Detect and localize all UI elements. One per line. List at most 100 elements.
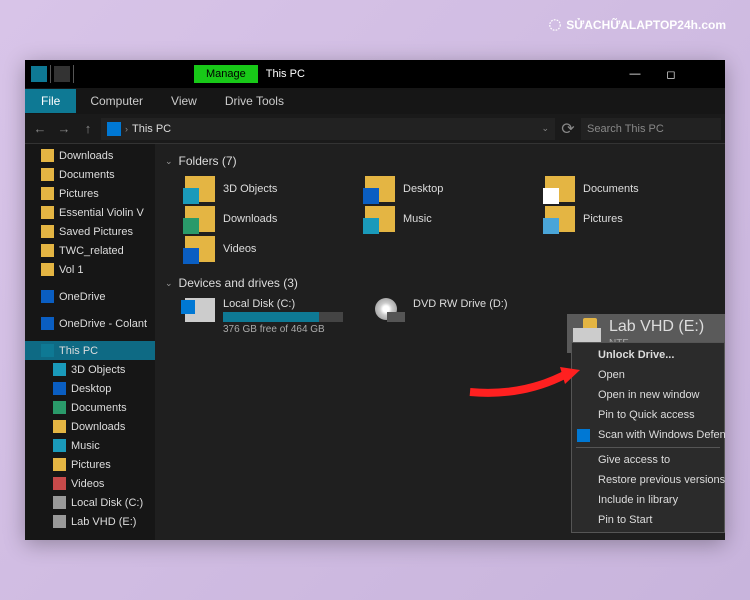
sidebar-item-label: This PC: [59, 345, 98, 357]
sidebar-item-label: Vol 1: [59, 264, 83, 276]
folder-item[interactable]: Documents: [545, 176, 715, 202]
app-icon: [31, 66, 47, 82]
back-button[interactable]: ←: [29, 118, 51, 140]
overlay-icon: [183, 248, 199, 264]
context-menu-item[interactable]: Unlock Drive...: [572, 345, 724, 365]
sidebar-item-label: OneDrive - Colant: [59, 318, 147, 330]
refresh-button[interactable]: ⟳: [557, 119, 579, 139]
sidebar-item-label: Pictures: [71, 459, 111, 471]
sidebar-item[interactable]: Vol 1: [25, 260, 155, 279]
sidebar-item[interactable]: Desktop: [25, 379, 155, 398]
drive-free-text: 376 GB free of 464 GB: [223, 324, 343, 335]
sidebar-item-label: Lab VHD (E:): [71, 516, 136, 528]
separator: [576, 447, 720, 448]
overlay-icon: [183, 218, 199, 234]
sidebar-item-label: Saved Pictures: [59, 226, 133, 238]
watermark: SỬACHỮALAPTOP24h.com: [548, 18, 726, 32]
search-input[interactable]: Search This PC: [581, 118, 721, 140]
sidebar-item-label: Downloads: [59, 150, 113, 162]
context-menu-item[interactable]: Pin to Quick access: [572, 405, 724, 425]
disk-icon: [53, 496, 66, 509]
sidebar-item[interactable]: Downloads: [25, 417, 155, 436]
context-menu-item[interactable]: Give access to: [572, 450, 724, 470]
sidebar-item-label: Desktop: [71, 383, 111, 395]
drive-dvd[interactable]: DVD RW Drive (D:): [375, 298, 545, 335]
folder-icon: [185, 236, 215, 262]
thispc-icon: [41, 344, 54, 357]
sidebar-item-label: Pictures: [59, 188, 99, 200]
forward-button[interactable]: →: [53, 118, 75, 140]
sidebar-item[interactable]: Pictures: [25, 184, 155, 203]
breadcrumb[interactable]: › This PC ⌄: [101, 118, 555, 140]
close-button[interactable]: [689, 60, 725, 88]
qat-icon[interactable]: [54, 66, 70, 82]
ribbon-tab-view[interactable]: View: [157, 89, 211, 113]
nav-sidebar: DownloadsDocumentsPicturesEssential Viol…: [25, 144, 155, 540]
sidebar-item[interactable]: Local Disk (C:): [25, 493, 155, 512]
sidebar-item[interactable]: TWC_related: [25, 241, 155, 260]
drives-group-header[interactable]: ⌄ Devices and drives (3): [165, 276, 715, 290]
folder-label: Pictures: [583, 213, 623, 225]
chevron-down-icon: ⌄: [165, 278, 173, 289]
folder-item[interactable]: Desktop: [365, 176, 535, 202]
up-button[interactable]: ↑: [77, 118, 99, 140]
ribbon-tab-drivetools[interactable]: Drive Tools: [211, 89, 298, 113]
file-menu[interactable]: File: [25, 89, 76, 113]
sidebar-item-label: Documents: [59, 169, 115, 181]
drive-local-c[interactable]: Local Disk (C:) 376 GB free of 464 GB: [185, 298, 355, 335]
sidebar-item[interactable]: Documents: [25, 398, 155, 417]
sidebar-item[interactable]: OneDrive: [25, 287, 155, 306]
folders-group-header[interactable]: ⌄ Folders (7): [165, 154, 715, 168]
sidebar-item[interactable]: Saved Pictures: [25, 222, 155, 241]
disk-icon: [53, 515, 66, 528]
explorer-window: Manage This PC — ◻ File Computer View Dr…: [25, 60, 725, 540]
sidebar-item[interactable]: Pictures: [25, 455, 155, 474]
ribbon-tab-computer[interactable]: Computer: [76, 89, 157, 113]
folder-icon: [41, 206, 54, 219]
context-menu-item[interactable]: Open in new window: [572, 385, 724, 405]
folder-item[interactable]: Music: [365, 206, 535, 232]
folder-label: Music: [403, 213, 432, 225]
folder-item[interactable]: 3D Objects: [185, 176, 355, 202]
sidebar-item[interactable]: OneDrive - Colant: [25, 314, 155, 333]
folder-icon: [545, 176, 575, 202]
manage-tab[interactable]: Manage: [194, 65, 258, 83]
sidebar-item[interactable]: Documents: [25, 165, 155, 184]
maximize-button[interactable]: ◻: [653, 60, 689, 88]
folder-item[interactable]: Videos: [185, 236, 355, 262]
overlay-icon: [543, 188, 559, 204]
context-menu: Unlock Drive...OpenOpen in new windowPin…: [571, 342, 725, 533]
folder-label: Downloads: [223, 213, 277, 225]
sidebar-item[interactable]: This PC: [25, 341, 155, 360]
dl-icon: [41, 149, 54, 162]
minimize-button[interactable]: —: [617, 60, 653, 88]
context-menu-item[interactable]: Include in library: [572, 490, 724, 510]
video-icon: [53, 477, 66, 490]
sidebar-item[interactable]: Essential Violin V: [25, 203, 155, 222]
folder-icon: [365, 176, 395, 202]
chevron-down-icon[interactable]: ⌄: [541, 123, 549, 134]
sidebar-item[interactable]: 3D Objects: [25, 360, 155, 379]
chevron-down-icon: ⌄: [165, 156, 173, 167]
context-menu-item[interactable]: Restore previous versions: [572, 470, 724, 490]
sidebar-item[interactable]: Videos: [25, 474, 155, 493]
folder-item[interactable]: Downloads: [185, 206, 355, 232]
overlay-icon: [363, 218, 379, 234]
sidebar-item[interactable]: Lab VHD (E:): [25, 512, 155, 531]
sidebar-item[interactable]: Downloads: [25, 146, 155, 165]
folder-item[interactable]: Pictures: [545, 206, 715, 232]
dvd-icon: [375, 298, 405, 322]
address-bar: ← → ↑ › This PC ⌄ ⟳ Search This PC: [25, 114, 725, 144]
sidebar-item[interactable]: Music: [25, 436, 155, 455]
folder-label: Videos: [223, 243, 256, 255]
ribbon: File Computer View Drive Tools: [25, 88, 725, 114]
folder-icon: [185, 176, 215, 202]
titlebar: Manage This PC — ◻: [25, 60, 725, 88]
folder-icon: [41, 168, 54, 181]
folder-icon: [41, 263, 54, 276]
sidebar-item-label: Local Disk (C:): [71, 497, 143, 509]
context-menu-item[interactable]: Open: [572, 365, 724, 385]
folder-icon: [41, 244, 54, 257]
context-menu-item[interactable]: Pin to Start: [572, 510, 724, 530]
context-menu-item[interactable]: Scan with Windows Defen: [572, 425, 724, 445]
